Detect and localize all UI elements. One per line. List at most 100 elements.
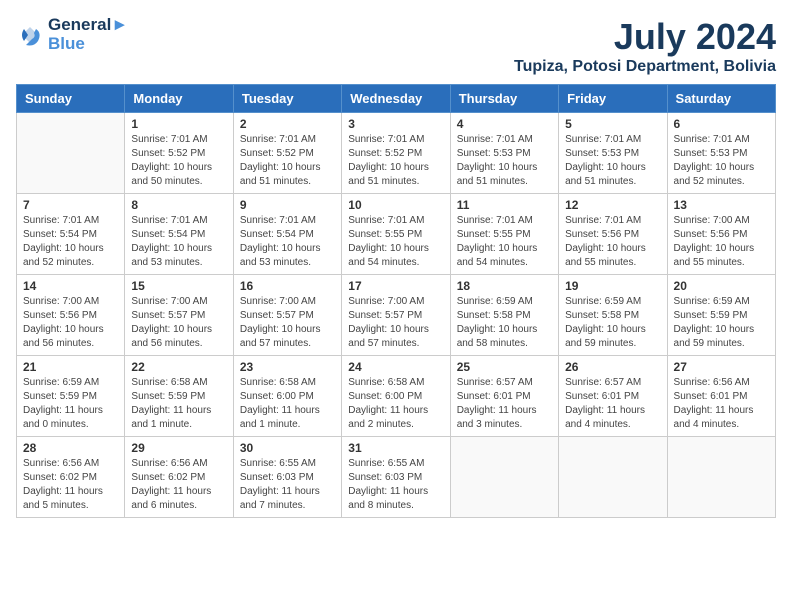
day-info: Sunrise: 6:59 AMSunset: 5:59 PMDaylight:…	[674, 295, 769, 351]
week-row-5: 28 Sunrise: 6:56 AMSunset: 6:02 PMDayligh…	[17, 437, 776, 518]
day-number: 2	[240, 117, 335, 131]
day-info: Sunrise: 7:01 AMSunset: 5:52 PMDaylight:…	[131, 133, 226, 189]
day-info: Sunrise: 7:00 AMSunset: 5:57 PMDaylight:…	[348, 295, 443, 351]
day-info: Sunrise: 7:01 AMSunset: 5:53 PMDaylight:…	[457, 133, 552, 189]
day-info: Sunrise: 7:01 AMSunset: 5:54 PMDaylight:…	[131, 214, 226, 270]
day-info: Sunrise: 6:59 AMSunset: 5:59 PMDaylight:…	[23, 376, 118, 432]
day-cell: 14Sunrise: 7:00 AMSunset: 5:56 PMDayligh…	[17, 275, 125, 356]
day-info: Sunrise: 6:57 AMSunset: 6:01 PMDaylight:…	[457, 376, 552, 432]
day-info: Sunrise: 7:01 AMSunset: 5:52 PMDaylight:…	[240, 133, 335, 189]
day-cell: 4 Sunrise: 7:01 AMSunset: 5:53 PMDaylight…	[450, 113, 558, 194]
day-number: 16	[240, 279, 335, 293]
day-number: 8	[131, 198, 226, 212]
weekday-header-thursday: Thursday	[450, 85, 558, 113]
day-cell: 5 Sunrise: 7:01 AMSunset: 5:53 PMDaylight…	[559, 113, 667, 194]
day-number: 26	[565, 360, 660, 374]
day-info: Sunrise: 6:59 AMSunset: 5:58 PMDaylight:…	[457, 295, 552, 351]
day-number: 1	[131, 117, 226, 131]
day-cell: 23 Sunrise: 6:58 AMSunset: 6:00 PMDayligh…	[233, 356, 341, 437]
day-cell: 9Sunrise: 7:01 AMSunset: 5:54 PMDaylight…	[233, 194, 341, 275]
day-info: Sunrise: 7:01 AMSunset: 5:53 PMDaylight:…	[565, 133, 660, 189]
day-cell: 22 Sunrise: 6:58 AMSunset: 5:59 PMDayligh…	[125, 356, 233, 437]
week-row-3: 14Sunrise: 7:00 AMSunset: 5:56 PMDayligh…	[17, 275, 776, 356]
day-cell: 28 Sunrise: 6:56 AMSunset: 6:02 PMDayligh…	[17, 437, 125, 518]
day-info: Sunrise: 7:00 AMSunset: 5:56 PMDaylight:…	[23, 295, 118, 351]
day-number: 7	[23, 198, 118, 212]
logo-icon	[16, 21, 44, 49]
day-number: 20	[674, 279, 769, 293]
day-info: Sunrise: 6:56 AMSunset: 6:01 PMDaylight:…	[674, 376, 769, 432]
day-cell: 30Sunrise: 6:55 AMSunset: 6:03 PMDayligh…	[233, 437, 341, 518]
day-number: 22	[131, 360, 226, 374]
day-number: 31	[348, 441, 443, 455]
day-number: 9	[240, 198, 335, 212]
weekday-header-saturday: Saturday	[667, 85, 775, 113]
day-info: Sunrise: 6:57 AMSunset: 6:01 PMDaylight:…	[565, 376, 660, 432]
day-cell: 29 Sunrise: 6:56 AMSunset: 6:02 PMDayligh…	[125, 437, 233, 518]
day-cell: 25 Sunrise: 6:57 AMSunset: 6:01 PMDayligh…	[450, 356, 558, 437]
day-number: 23	[240, 360, 335, 374]
day-info: Sunrise: 7:01 AMSunset: 5:54 PMDaylight:…	[23, 214, 118, 270]
calendar-table: SundayMondayTuesdayWednesdayThursdayFrid…	[16, 84, 776, 518]
day-number: 19	[565, 279, 660, 293]
logo: General► Blue	[16, 16, 128, 53]
day-number: 12	[565, 198, 660, 212]
day-info: Sunrise: 7:01 AMSunset: 5:52 PMDaylight:…	[348, 133, 443, 189]
page-header: General► Blue July 2024 Tupiza, Potosi D…	[16, 16, 776, 76]
day-number: 21	[23, 360, 118, 374]
day-info: Sunrise: 6:56 AMSunset: 6:02 PMDaylight:…	[131, 457, 226, 513]
day-number: 29	[131, 441, 226, 455]
day-info: Sunrise: 6:58 AMSunset: 5:59 PMDaylight:…	[131, 376, 226, 432]
day-info: Sunrise: 7:01 AMSunset: 5:53 PMDaylight:…	[674, 133, 769, 189]
day-info: Sunrise: 6:55 AMSunset: 6:03 PMDaylight:…	[240, 457, 335, 513]
day-cell: 27 Sunrise: 6:56 AMSunset: 6:01 PMDayligh…	[667, 356, 775, 437]
day-number: 6	[674, 117, 769, 131]
day-cell: 11Sunrise: 7:01 AMSunset: 5:55 PMDayligh…	[450, 194, 558, 275]
day-number: 17	[348, 279, 443, 293]
day-cell: 16 Sunrise: 7:00 AMSunset: 5:57 PMDayligh…	[233, 275, 341, 356]
day-info: Sunrise: 7:01 AMSunset: 5:56 PMDaylight:…	[565, 214, 660, 270]
day-number: 28	[23, 441, 118, 455]
day-info: Sunrise: 7:01 AMSunset: 5:55 PMDaylight:…	[457, 214, 552, 270]
day-info: Sunrise: 7:00 AMSunset: 5:56 PMDaylight:…	[674, 214, 769, 270]
day-number: 27	[674, 360, 769, 374]
week-row-1: 1 Sunrise: 7:01 AMSunset: 5:52 PMDaylight…	[17, 113, 776, 194]
day-cell: 15Sunrise: 7:00 AMSunset: 5:57 PMDayligh…	[125, 275, 233, 356]
weekday-header-tuesday: Tuesday	[233, 85, 341, 113]
day-info: Sunrise: 6:55 AMSunset: 6:03 PMDaylight:…	[348, 457, 443, 513]
weekday-header-sunday: Sunday	[17, 85, 125, 113]
weekday-header-wednesday: Wednesday	[342, 85, 450, 113]
week-row-4: 21 Sunrise: 6:59 AMSunset: 5:59 PMDayligh…	[17, 356, 776, 437]
day-cell: 18Sunrise: 6:59 AMSunset: 5:58 PMDayligh…	[450, 275, 558, 356]
day-info: Sunrise: 6:58 AMSunset: 6:00 PMDaylight:…	[348, 376, 443, 432]
weekday-header-monday: Monday	[125, 85, 233, 113]
title-section: July 2024 Tupiza, Potosi Department, Bol…	[514, 16, 776, 76]
day-cell: 2 Sunrise: 7:01 AMSunset: 5:52 PMDaylight…	[233, 113, 341, 194]
weekday-header-row: SundayMondayTuesdayWednesdayThursdayFrid…	[17, 85, 776, 113]
day-cell	[667, 437, 775, 518]
day-info: Sunrise: 7:00 AMSunset: 5:57 PMDaylight:…	[131, 295, 226, 351]
day-number: 5	[565, 117, 660, 131]
day-info: Sunrise: 7:00 AMSunset: 5:57 PMDaylight:…	[240, 295, 335, 351]
day-info: Sunrise: 6:59 AMSunset: 5:58 PMDaylight:…	[565, 295, 660, 351]
day-number: 4	[457, 117, 552, 131]
day-cell: 8 Sunrise: 7:01 AMSunset: 5:54 PMDaylight…	[125, 194, 233, 275]
day-info: Sunrise: 6:58 AMSunset: 6:00 PMDaylight:…	[240, 376, 335, 432]
day-cell: 13 Sunrise: 7:00 AMSunset: 5:56 PMDayligh…	[667, 194, 775, 275]
day-number: 13	[674, 198, 769, 212]
weekday-header-friday: Friday	[559, 85, 667, 113]
day-cell: 12 Sunrise: 7:01 AMSunset: 5:56 PMDayligh…	[559, 194, 667, 275]
day-info: Sunrise: 7:01 AMSunset: 5:55 PMDaylight:…	[348, 214, 443, 270]
day-number: 10	[348, 198, 443, 212]
day-cell	[559, 437, 667, 518]
day-cell: 6 Sunrise: 7:01 AMSunset: 5:53 PMDaylight…	[667, 113, 775, 194]
day-cell: 21 Sunrise: 6:59 AMSunset: 5:59 PMDayligh…	[17, 356, 125, 437]
day-cell	[17, 113, 125, 194]
day-info: Sunrise: 6:56 AMSunset: 6:02 PMDaylight:…	[23, 457, 118, 513]
week-row-2: 7 Sunrise: 7:01 AMSunset: 5:54 PMDaylight…	[17, 194, 776, 275]
day-cell: 10 Sunrise: 7:01 AMSunset: 5:55 PMDayligh…	[342, 194, 450, 275]
day-number: 24	[348, 360, 443, 374]
day-number: 25	[457, 360, 552, 374]
day-cell: 3Sunrise: 7:01 AMSunset: 5:52 PMDaylight…	[342, 113, 450, 194]
day-cell: 19 Sunrise: 6:59 AMSunset: 5:58 PMDayligh…	[559, 275, 667, 356]
